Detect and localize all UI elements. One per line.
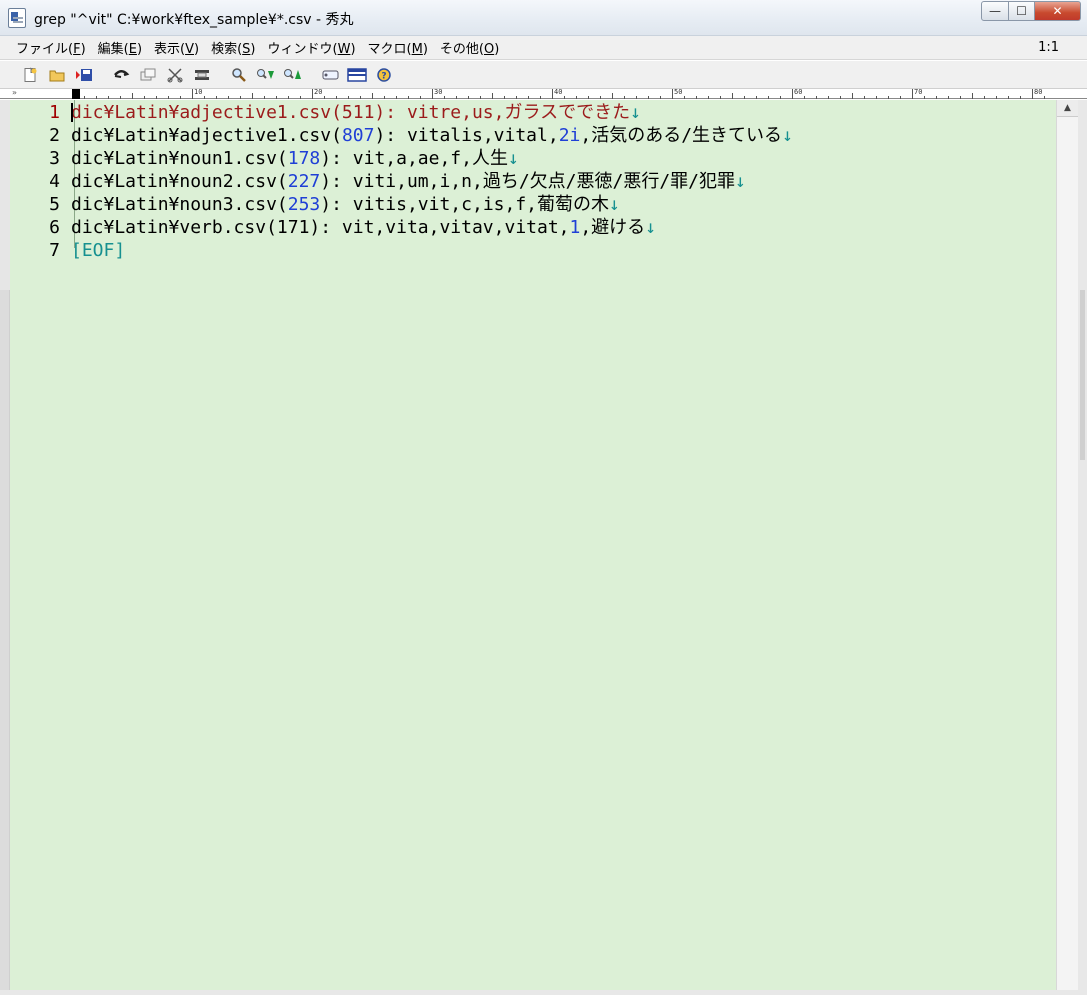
editor-line[interactable]: 6 dic¥Latin¥verb.csv(171): vit,vita,vitav… <box>10 216 1056 239</box>
menu-item-f[interactable]: ファイル(F) <box>10 38 92 57</box>
menu-item-s[interactable]: 検索(S) <box>205 38 261 57</box>
text-segment: 807 <box>341 125 375 146</box>
text-segment: ): vitis,vit,c,is,f,葡萄の木 <box>320 194 610 215</box>
ruler-label: 10 <box>194 88 203 96</box>
text-segment: dic¥Latin¥noun3.csv( <box>71 194 288 215</box>
line-text: dic¥Latin¥verb.csv(171): vit,vita,vitav,… <box>71 216 656 239</box>
editor-line[interactable]: 7 [EOF] <box>10 239 1056 262</box>
text-segment: ): vit,a,ae,f,人生 <box>320 148 508 169</box>
left-margin <box>0 100 10 990</box>
text-segment: 178 <box>287 148 321 169</box>
line-number: 6 <box>49 217 60 238</box>
text-segment: 253 <box>287 194 321 215</box>
newline-arrow-icon: ↓ <box>782 125 793 146</box>
editor-line[interactable]: 5 dic¥Latin¥noun3.csv(253): vitis,vit,c,i… <box>10 193 1056 216</box>
line-number: 5 <box>49 194 60 215</box>
find-next-icon[interactable] <box>254 64 278 86</box>
scroll-up-arrow-icon[interactable]: ▲ <box>1057 100 1078 117</box>
line-number: 7 <box>49 240 60 261</box>
menu-bar: ファイル(F) 編集(E) 表示(V) 検索(S) ウィンドウ(W) マクロ(M) その他(… <box>0 36 1087 60</box>
ruler-label: 20 <box>314 88 323 96</box>
editor-line[interactable]: 3 dic¥Latin¥noun1.csv(178): vit,a,ae,f,人生… <box>10 147 1056 170</box>
ruler-label: 60 <box>794 88 803 96</box>
vertical-scrollbar[interactable]: ▲ <box>1056 100 1078 990</box>
editor-area[interactable]: 1 dic¥Latin¥adjective1.csv(511): vitre,us… <box>10 100 1056 990</box>
svg-text:?: ? <box>381 71 386 81</box>
text-segment: 1 <box>569 217 581 238</box>
minimize-button[interactable]: — <box>981 1 1009 21</box>
title-bar: grep "^vit" C:¥work¥ftex_sample¥*.csv - … <box>0 0 1087 36</box>
cursor-position: 1:1 <box>1038 40 1059 55</box>
line-number: 1 <box>49 102 60 123</box>
editor-line[interactable]: 2 dic¥Latin¥adjective1.csv(807): vitalis,… <box>10 124 1056 147</box>
line-number: 4 <box>49 171 60 192</box>
line-text: dic¥Latin¥adjective1.csv(511): vitre,us,… <box>71 101 641 124</box>
text-segment: ,避ける <box>580 217 646 238</box>
editor-line[interactable]: 4 dic¥Latin¥noun2.csv(227): viti,um,i,n,過… <box>10 170 1056 193</box>
menu-item-o[interactable]: その他(O) <box>434 38 505 57</box>
text-segment: dic¥Latin¥noun2.csv( <box>71 171 288 192</box>
text-caret <box>71 103 73 122</box>
text-segment: dic¥Latin¥adjective1.csv(511): vitre,us,… <box>71 102 631 123</box>
newline-arrow-icon: ↓ <box>609 194 620 215</box>
menu-item-w[interactable]: ウィンドウ(W) <box>262 38 362 57</box>
ruler-label: 30 <box>434 88 443 96</box>
close-button[interactable]: ✕ <box>1035 1 1081 21</box>
text-segment: dic¥Latin¥adjective1.csv( <box>71 125 342 146</box>
text-segment: ,活気のある/生きている <box>580 125 783 146</box>
newline-arrow-icon: ↓ <box>645 217 657 238</box>
maximize-button[interactable]: ☐ <box>1009 1 1035 21</box>
text-segment: ): viti,um,i,n,過ち/欠点/悪徳/悪行/罪/犯罪 <box>320 171 736 192</box>
newline-arrow-icon: ↓ <box>507 148 519 169</box>
find-prev-icon[interactable] <box>281 64 305 86</box>
ruler-cursor-marker <box>72 89 80 99</box>
line-number: 3 <box>49 148 60 169</box>
line-text: dic¥Latin¥adjective1.csv(807): vitalis,v… <box>71 124 793 147</box>
scroll-thumb[interactable] <box>1059 118 1076 122</box>
find-icon[interactable] <box>227 64 251 86</box>
ruler-label: 80 <box>1034 88 1043 96</box>
menu-item-v[interactable]: 表示(V) <box>148 38 205 57</box>
ruler-label: 50 <box>674 88 683 96</box>
line-number: 2 <box>49 125 60 146</box>
paste-icon[interactable] <box>190 64 214 86</box>
ruler-label: 70 <box>914 88 923 96</box>
text-segment: dic¥Latin¥noun1.csv( <box>71 148 288 169</box>
menu-item-e[interactable]: 編集(E) <box>92 38 148 57</box>
line-text: [EOF] <box>71 239 125 262</box>
line-text: dic¥Latin¥noun3.csv(253): vitis,vit,c,is… <box>71 193 620 216</box>
tag-jump-icon[interactable] <box>318 64 342 86</box>
toolbar: ? <box>0 61 1087 89</box>
text-segment: ): vitalis,vital, <box>374 125 559 146</box>
bottom-edge <box>0 990 1087 995</box>
document-icon[interactable] <box>8 8 26 28</box>
menu-item-m[interactable]: マクロ(M) <box>362 38 434 57</box>
right-edge <box>1078 100 1087 990</box>
line-text: dic¥Latin¥noun2.csv(227): viti,um,i,n,過ち… <box>71 170 746 193</box>
save-icon[interactable] <box>72 64 96 86</box>
line-text: dic¥Latin¥noun1.csv(178): vit,a,ae,f,人生↓ <box>71 147 519 170</box>
ruler-chevron-icon: » <box>12 88 17 97</box>
editor-line[interactable]: 1 dic¥Latin¥adjective1.csv(511): vitre,us… <box>10 101 1056 124</box>
newline-arrow-icon: ↓ <box>735 171 746 192</box>
newline-arrow-icon: ↓ <box>630 102 641 123</box>
undo-icon[interactable] <box>109 64 133 86</box>
text-segment: 2i <box>558 125 581 146</box>
text-segment: [EOF] <box>71 240 126 261</box>
ruler-label: 40 <box>554 88 563 96</box>
window-controls: — ☐ ✕ <box>981 1 1081 23</box>
split-window-icon[interactable] <box>345 64 369 86</box>
text-segment: 227 <box>287 171 321 192</box>
window-title: grep "^vit" C:¥work¥ftex_sample¥*.csv - … <box>34 12 354 28</box>
ruler: » 01020304050607080 <box>0 88 1087 99</box>
ruler-scale: 01020304050607080 <box>72 88 1052 99</box>
cut-icon[interactable] <box>163 64 187 86</box>
text-segment: dic¥Latin¥verb.csv(171): vit,vita,vitav,… <box>71 217 570 238</box>
copy-icon[interactable] <box>136 64 160 86</box>
help-icon[interactable]: ? <box>372 64 396 86</box>
open-folder-icon[interactable] <box>45 64 69 86</box>
new-file-icon[interactable] <box>18 64 42 86</box>
